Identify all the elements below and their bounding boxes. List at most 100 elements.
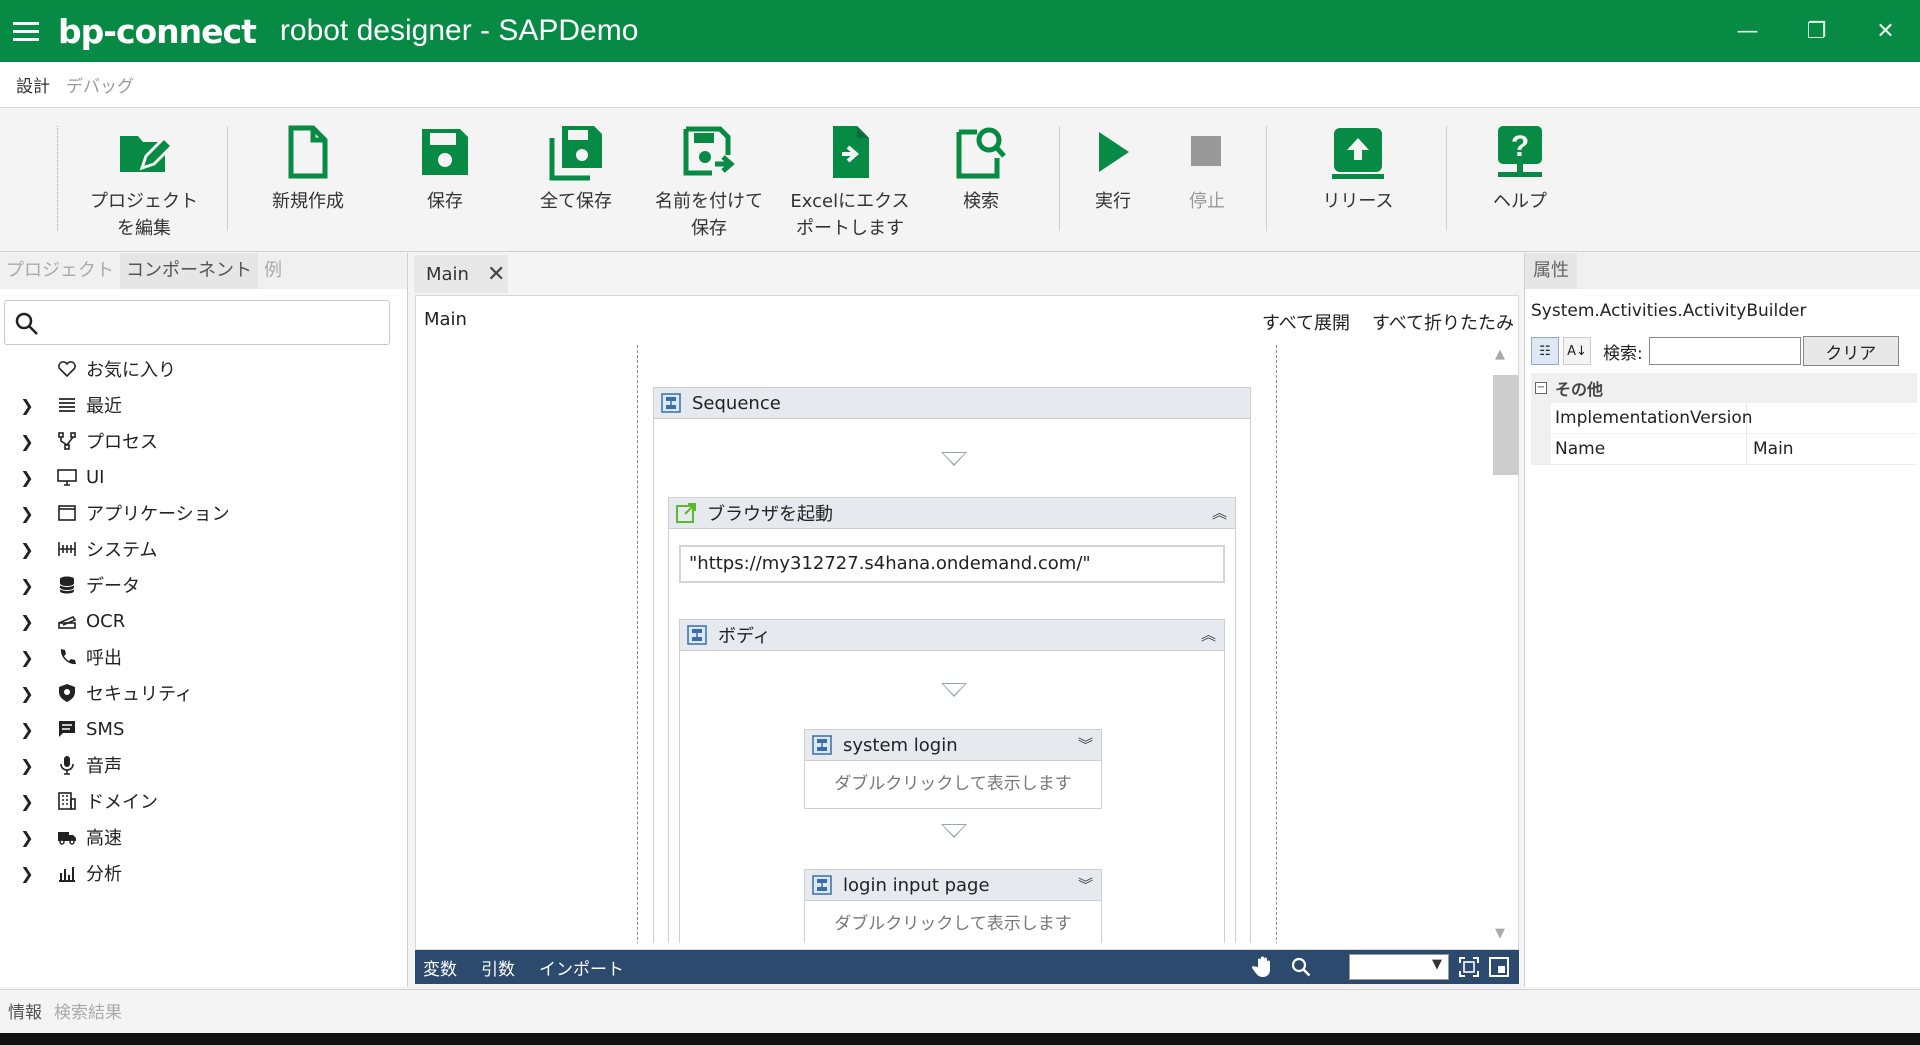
tree-item-ui[interactable]: ❯ UI bbox=[0, 459, 406, 495]
url-field[interactable]: "https://my312727.s4hana.ondemand.com/" bbox=[679, 545, 1225, 583]
tree-item-recent[interactable]: ❯ 最近 bbox=[0, 387, 406, 423]
property-category[interactable]: − その他 bbox=[1531, 373, 1917, 403]
tree-item-call[interactable]: ❯ 呼出 bbox=[0, 639, 406, 675]
chevron-right-icon[interactable]: ❯ bbox=[18, 792, 36, 811]
chevron-right-icon[interactable]: ❯ bbox=[18, 612, 36, 631]
restore-icon[interactable]: ❐ bbox=[1782, 0, 1851, 62]
tree-item-data[interactable]: ❯ データ bbox=[0, 567, 406, 603]
toolbox-search-input[interactable] bbox=[47, 305, 377, 341]
tab-properties[interactable]: 属性 bbox=[1525, 253, 1577, 289]
toolbox-search[interactable] bbox=[4, 300, 390, 345]
tab-components[interactable]: コンポーネント bbox=[120, 253, 258, 289]
stop-button[interactable]: 停止 bbox=[1177, 122, 1237, 215]
scroll-up-icon[interactable]: ▲ bbox=[1495, 347, 1505, 362]
system-login-header[interactable]: system login ︾ bbox=[805, 730, 1101, 761]
chevron-right-icon[interactable]: ❯ bbox=[18, 468, 36, 487]
chevron-right-icon[interactable]: ❯ bbox=[18, 540, 36, 559]
collapse-minus-icon[interactable]: − bbox=[1535, 382, 1547, 394]
tree-item-domain[interactable]: ❯ ドメイン bbox=[0, 783, 406, 819]
pan-hand-icon[interactable] bbox=[1251, 955, 1275, 979]
search-button[interactable]: 検索 bbox=[945, 122, 1017, 215]
arguments-button[interactable]: 引数 bbox=[481, 955, 515, 980]
stop-label: 停止 bbox=[1189, 191, 1225, 212]
variables-button[interactable]: 変数 bbox=[423, 955, 457, 980]
sequence-header[interactable]: Sequence bbox=[654, 388, 1250, 419]
body-header[interactable]: ボディ ︽ bbox=[680, 620, 1224, 651]
property-value[interactable] bbox=[1747, 403, 1917, 433]
tree-item-application[interactable]: ❯ アプリケーション bbox=[0, 495, 406, 531]
folder-edit-icon bbox=[120, 135, 174, 172]
tree-item-ocr[interactable]: ❯ OCR bbox=[0, 603, 406, 639]
tab-debug[interactable]: デバッグ bbox=[66, 72, 150, 97]
system-login-activity[interactable]: system login ︾ ダブルクリックして表示します bbox=[804, 729, 1102, 809]
save-all-button[interactable]: 全て保存 bbox=[526, 122, 626, 215]
tree-item-system[interactable]: ❯ システム bbox=[0, 531, 406, 567]
tab-main[interactable]: Main ✕ bbox=[414, 255, 508, 293]
hamburger-menu-icon[interactable] bbox=[0, 0, 52, 62]
collapse-up-icon[interactable]: ︽ bbox=[1201, 624, 1216, 645]
designer-canvas[interactable]: Sequence ブラウザを起動 ︽ "https://my312727.s4h… bbox=[416, 345, 1491, 943]
tab-design[interactable]: 設計 bbox=[0, 72, 66, 97]
tree-item-process[interactable]: ❯ プロセス bbox=[0, 423, 406, 459]
export-excel-button[interactable]: Excelにエクス ポートします bbox=[788, 122, 912, 242]
tree-item-voice[interactable]: ❯ 音声 bbox=[0, 747, 406, 783]
fit-screen-icon[interactable] bbox=[1457, 955, 1481, 979]
collapse-all-button[interactable]: すべて折りたたみ bbox=[1372, 309, 1514, 335]
tree-item-security[interactable]: ❯ セキュリティ bbox=[0, 675, 406, 711]
expand-down-icon[interactable]: ︾ bbox=[1078, 874, 1093, 895]
release-button[interactable]: リリース bbox=[1314, 122, 1402, 215]
chevron-right-icon[interactable]: ❯ bbox=[18, 684, 36, 703]
zoom-icon[interactable] bbox=[1289, 955, 1313, 979]
close-window-icon[interactable]: ✕ bbox=[1851, 0, 1920, 62]
microphone-icon bbox=[56, 754, 78, 776]
drop-target-arrow[interactable] bbox=[941, 683, 967, 697]
login-input-page-header[interactable]: login input page ︾ bbox=[805, 870, 1101, 901]
chevron-right-icon[interactable]: ❯ bbox=[18, 396, 36, 415]
drop-target-arrow[interactable] bbox=[941, 824, 967, 838]
sort-alpha-icon[interactable]: A↓ bbox=[1563, 337, 1591, 365]
tree-item-analytics[interactable]: ❯ 分析 bbox=[0, 855, 406, 891]
tab-project[interactable]: プロジェクト bbox=[0, 253, 120, 289]
chevron-right-icon[interactable]: ❯ bbox=[18, 720, 36, 739]
chevron-right-icon[interactable]: ❯ bbox=[18, 432, 36, 451]
imports-button[interactable]: インポート bbox=[539, 955, 624, 980]
tree-item-sms[interactable]: ❯ SMS bbox=[0, 711, 406, 747]
overview-map-icon[interactable] bbox=[1487, 955, 1511, 979]
edit-project-button[interactable]: プロジェクト を編集 bbox=[85, 122, 203, 242]
chevron-right-icon[interactable]: ❯ bbox=[18, 648, 36, 667]
property-search-input[interactable] bbox=[1648, 337, 1801, 365]
close-tab-icon[interactable]: ✕ bbox=[487, 262, 505, 287]
chevron-right-icon[interactable]: ❯ bbox=[18, 864, 36, 883]
help-button[interactable]: ? ヘルプ bbox=[1485, 122, 1555, 215]
property-row[interactable]: ImplementationVersion bbox=[1531, 403, 1917, 434]
expand-down-icon[interactable]: ︾ bbox=[1078, 734, 1093, 755]
property-row[interactable]: Name Main bbox=[1531, 434, 1917, 465]
tab-examples[interactable]: 例 bbox=[258, 253, 288, 289]
save-as-button[interactable]: 名前を付けて 保存 bbox=[650, 122, 768, 242]
zoom-select[interactable]: ▼ bbox=[1349, 954, 1449, 980]
chevron-right-icon[interactable]: ❯ bbox=[18, 756, 36, 775]
tab-info[interactable]: 情報 bbox=[0, 998, 48, 1023]
scrollbar-thumb[interactable] bbox=[1493, 375, 1519, 475]
tab-search-results[interactable]: 検索結果 bbox=[48, 998, 128, 1023]
property-value[interactable]: Main bbox=[1747, 434, 1917, 464]
launch-browser-header[interactable]: ブラウザを起動 ︽ bbox=[669, 498, 1235, 529]
vertical-scrollbar[interactable]: ▲ ▼ bbox=[1491, 345, 1519, 943]
chevron-right-icon[interactable]: ❯ bbox=[18, 576, 36, 595]
clear-button[interactable]: クリア bbox=[1802, 336, 1899, 366]
login-input-page-activity[interactable]: login input page ︾ ダブルクリックして表示します bbox=[804, 869, 1102, 943]
collapse-up-icon[interactable]: ︽ bbox=[1212, 502, 1227, 523]
chevron-right-icon[interactable]: ❯ bbox=[18, 828, 36, 847]
breadcrumb[interactable]: Main bbox=[424, 309, 467, 330]
run-button[interactable]: 実行 bbox=[1083, 122, 1143, 215]
save-button[interactable]: 保存 bbox=[405, 122, 485, 215]
drop-target-arrow[interactable] bbox=[941, 452, 967, 466]
scroll-down-icon[interactable]: ▼ bbox=[1495, 926, 1505, 941]
expand-all-button[interactable]: すべて展開 bbox=[1262, 309, 1350, 335]
chevron-right-icon[interactable]: ❯ bbox=[18, 504, 36, 523]
tree-item-fast[interactable]: ❯ 高速 bbox=[0, 819, 406, 855]
categorized-view-icon[interactable]: ☷ bbox=[1531, 337, 1559, 365]
minimize-icon[interactable]: — bbox=[1713, 0, 1782, 62]
new-button[interactable]: 新規作成 bbox=[258, 122, 358, 215]
tree-item-favorites[interactable]: お気に入り bbox=[0, 351, 406, 387]
